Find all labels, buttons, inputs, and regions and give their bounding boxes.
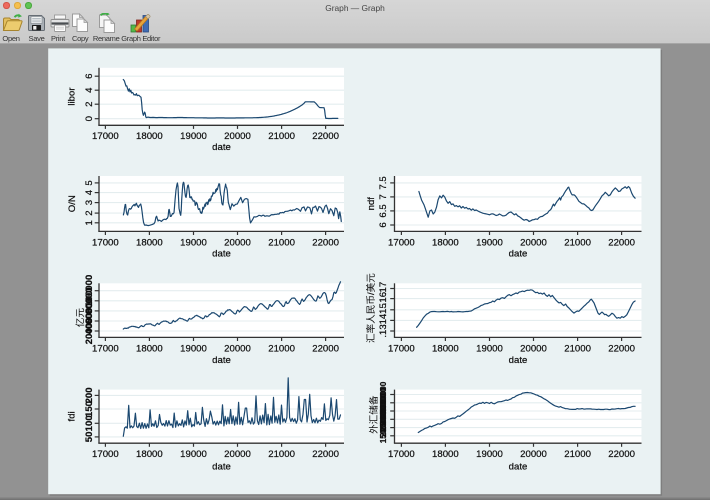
svg-text:20000: 20000 [84,318,95,345]
svg-text:.17: .17 [378,282,389,295]
svg-text:18000: 18000 [136,449,163,460]
svg-text:20000: 20000 [224,237,251,248]
svg-text:20000: 20000 [224,344,251,355]
svg-text:22000: 22000 [312,131,339,142]
svg-text:22000: 22000 [608,237,635,248]
svg-text:20000: 20000 [224,449,251,460]
svg-text:19000: 19000 [476,237,503,248]
svg-text:22000: 22000 [608,344,635,355]
svg-text:17000: 17000 [388,449,415,460]
svg-text:21000: 21000 [268,449,295,460]
svg-text:date: date [212,142,231,153]
svg-text:50: 50 [84,432,95,443]
svg-text:5: 5 [84,180,95,185]
svg-text:date: date [212,248,231,259]
svg-text:21000: 21000 [268,237,295,248]
svg-text:18000: 18000 [432,449,459,460]
svg-text:18000: 18000 [432,237,459,248]
svg-text:date: date [509,355,528,366]
svg-text:libor: libor [67,87,78,106]
svg-text:17000: 17000 [388,237,415,248]
svg-text:2: 2 [84,210,95,215]
svg-text:date: date [509,248,528,259]
svg-text:18000: 18000 [136,237,163,248]
svg-text:6: 6 [378,222,389,227]
svg-text:6.5: 6.5 [378,204,389,217]
svg-text:O/N: O/N [67,195,78,212]
svg-text:17000: 17000 [92,131,119,142]
svg-text:21000: 21000 [564,449,591,460]
svg-text:19000: 19000 [476,344,503,355]
svg-text:22000: 22000 [312,237,339,248]
svg-text:19000: 19000 [476,449,503,460]
svg-text:date: date [212,355,231,366]
svg-text:4: 4 [84,87,95,93]
svg-text:19000: 19000 [180,131,207,142]
svg-text:20000: 20000 [520,344,547,355]
svg-text:4: 4 [84,189,95,195]
svg-text:150: 150 [84,401,95,417]
svg-text:20000: 20000 [520,449,547,460]
svg-text:17000: 17000 [92,449,119,460]
svg-text:7: 7 [378,194,389,199]
svg-text:17000: 17000 [92,344,119,355]
svg-text:20000: 20000 [224,131,251,142]
svg-text:22000: 22000 [312,449,339,460]
svg-text:22000: 22000 [608,449,635,460]
svg-text:/: / [366,292,377,295]
svg-text:7.5: 7.5 [378,176,389,189]
svg-text:17000: 17000 [92,237,119,248]
svg-text:21000: 21000 [268,131,295,142]
svg-text:17000: 17000 [388,344,415,355]
svg-text:22000: 22000 [312,344,339,355]
svg-text:18000: 18000 [432,344,459,355]
svg-text:20000: 20000 [520,237,547,248]
svg-text:1500000: 1500000 [379,411,388,443]
svg-text:0: 0 [84,116,95,121]
svg-text:18000: 18000 [136,344,163,355]
svg-text:fdi: fdi [67,411,78,421]
svg-text:100: 100 [84,415,95,431]
svg-text:21000: 21000 [564,344,591,355]
svg-text:1: 1 [84,220,95,225]
svg-text:3: 3 [84,200,95,205]
svg-text:21000: 21000 [268,344,295,355]
svg-text:19000: 19000 [180,237,207,248]
svg-text:ndf: ndf [366,197,377,211]
svg-text:2: 2 [84,102,95,107]
svg-text:19000: 19000 [180,344,207,355]
svg-text:19000: 19000 [180,449,207,460]
svg-text:date: date [212,461,231,472]
svg-text:date: date [509,461,528,472]
svg-text:6: 6 [84,74,95,79]
svg-text:21000: 21000 [564,237,591,248]
svg-text:18000: 18000 [136,131,163,142]
